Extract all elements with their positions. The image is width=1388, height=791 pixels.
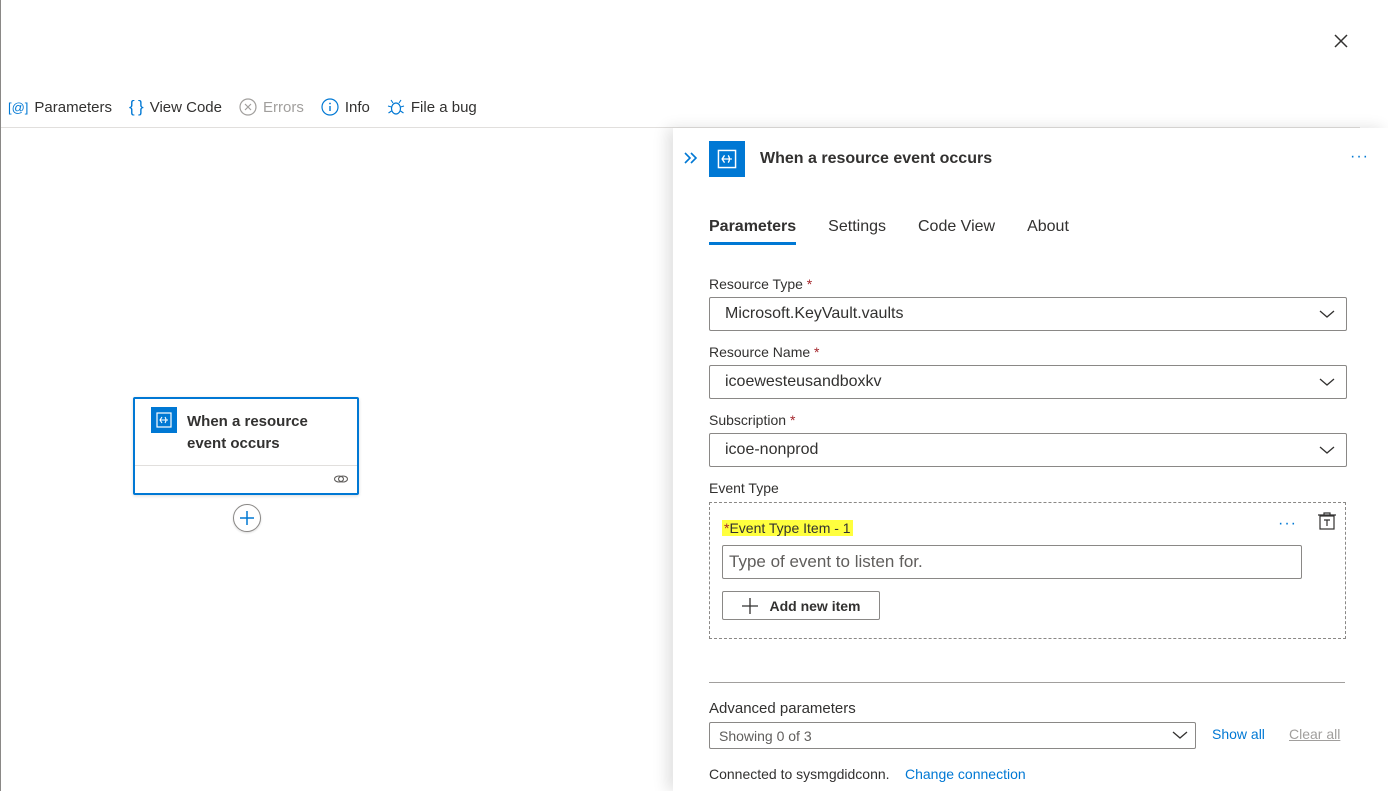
resource-name-dropdown[interactable]: icoewesteusandboxkv [709, 365, 1347, 399]
collapse-panel-icon[interactable] [683, 150, 699, 166]
errors-label: Errors [263, 98, 304, 116]
chevron-down-icon [1319, 310, 1335, 318]
event-type-input[interactable] [722, 545, 1302, 579]
event-grid-icon [151, 407, 177, 433]
item-more-options-icon[interactable]: ··· [1278, 515, 1297, 533]
required-marker: * [789, 412, 796, 428]
resource-type-value: Microsoft.KeyVault.vaults [725, 305, 904, 322]
resource-type-label: Resource Type * [709, 276, 812, 292]
node-footer-divider [135, 465, 357, 466]
tab-settings[interactable]: Settings [828, 218, 886, 245]
subscription-value: icoe-nonprod [725, 441, 819, 458]
advanced-parameters-dropdown[interactable]: Showing 0 of 3 [709, 722, 1196, 749]
file-bug-button[interactable]: File a bug [387, 98, 477, 116]
section-divider [709, 682, 1345, 683]
chevron-down-icon [1319, 446, 1335, 454]
connection-status-text: Connected to sysmgdidconn. [709, 766, 890, 782]
resource-type-label-text: Resource Type [709, 276, 803, 292]
info-label: Info [344, 98, 370, 116]
event-type-label: Event Type [709, 480, 779, 496]
chevron-down-icon [1319, 378, 1335, 386]
tab-code-view[interactable]: Code View [918, 218, 995, 245]
file-bug-label: File a bug [410, 98, 477, 116]
trigger-node-title: When a resource event occurs [187, 413, 308, 452]
resource-name-value: icoewesteusandboxkv [725, 373, 882, 390]
plus-icon [742, 597, 759, 614]
view-code-label: View Code [149, 98, 222, 116]
bug-icon [387, 98, 405, 116]
required-marker: * [814, 344, 820, 360]
subscription-dropdown[interactable]: icoe-nonprod [709, 433, 1347, 467]
subscription-label: Subscription * [709, 412, 795, 428]
add-new-item-label: Add new item [769, 597, 861, 614]
code-braces-icon: { } [128, 97, 144, 116]
designer-toolbar: [@] Parameters { } View Code Errors Info… [8, 92, 494, 122]
errors-button[interactable]: Errors [239, 98, 304, 116]
event-type-item-label-text: Event Type Item - 1 [729, 520, 851, 536]
add-new-item-button[interactable]: Add new item [722, 591, 880, 620]
panel-more-options-icon[interactable]: ··· [1350, 148, 1369, 166]
parameters-label: Parameters [34, 98, 112, 116]
required-marker: * [806, 276, 813, 292]
view-code-button[interactable]: { } View Code [129, 97, 222, 117]
resource-name-label: Resource Name * [709, 344, 820, 360]
show-all-link[interactable]: Show all [1212, 726, 1265, 742]
plus-icon [240, 511, 254, 525]
error-circle-icon [239, 98, 257, 116]
info-button[interactable]: Info [321, 98, 370, 116]
tab-parameters[interactable]: Parameters [709, 218, 797, 245]
tab-about[interactable]: About [1027, 218, 1069, 245]
resource-name-label-text: Resource Name [709, 344, 811, 360]
add-step-button[interactable] [233, 504, 261, 532]
panel-event-grid-icon [709, 141, 745, 177]
connection-link-icon [333, 475, 349, 483]
parameters-icon: [@] [8, 99, 29, 115]
advanced-parameters-value: Showing 0 of 3 [719, 727, 812, 744]
event-type-item-label: *Event Type Item - 1 [722, 520, 853, 536]
panel-title: When a resource event occurs [760, 150, 993, 167]
close-button[interactable] [1326, 26, 1356, 56]
trigger-node-card[interactable]: When a resource event occurs [133, 397, 359, 495]
clear-all-link[interactable]: Clear all [1289, 726, 1340, 742]
advanced-parameters-label: Advanced parameters [709, 700, 856, 717]
resource-type-dropdown[interactable]: Microsoft.KeyVault.vaults [709, 297, 1347, 331]
info-icon [321, 98, 339, 116]
panel-tabs: Parameters Settings Code View About [709, 218, 1101, 245]
chevron-down-icon [1172, 731, 1188, 739]
change-connection-link[interactable]: Change connection [905, 766, 1026, 782]
subscription-label-text: Subscription [709, 412, 787, 428]
parameters-button[interactable]: [@] Parameters [8, 99, 112, 116]
close-icon [1334, 34, 1348, 48]
delete-item-icon[interactable] [1317, 511, 1337, 531]
